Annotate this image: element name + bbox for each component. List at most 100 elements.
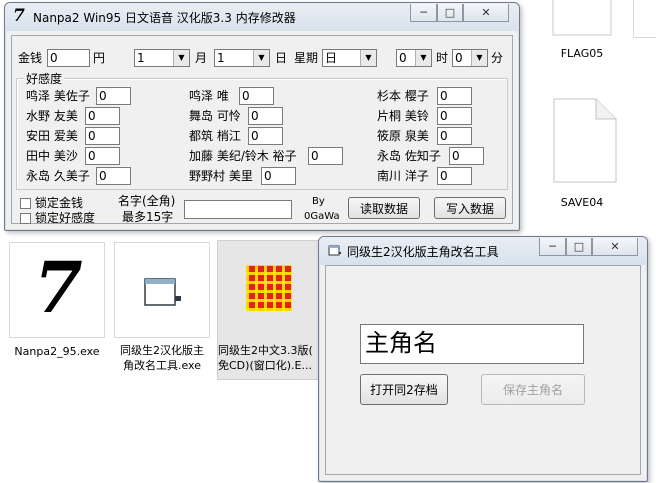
money-label: 金钱	[18, 51, 43, 65]
day-select[interactable]: 1 ▼	[214, 49, 270, 67]
maximize-button[interactable]: □	[566, 238, 592, 256]
girl-name-label: 筱原 泉美	[377, 129, 429, 143]
affection-input[interactable]: 0	[437, 87, 472, 105]
file-game-exe[interactable]: 同级生2中文3.3版( 免CD)(窗口化).E...	[217, 240, 321, 380]
girl-name-label: 鸣泽 唯	[189, 89, 229, 103]
affection-input[interactable]: 0	[437, 167, 472, 185]
chevron-down-icon[interactable]: ▼	[471, 50, 487, 66]
nanpa-seven-icon: 7	[34, 246, 83, 329]
hero-name-input[interactable]: 主角名	[360, 324, 584, 364]
chevron-down-icon[interactable]: ▼	[173, 50, 189, 66]
girl-name-label: 鸣泽 美佐子	[26, 89, 90, 103]
write-data-button[interactable]: 写入数据	[434, 197, 506, 219]
affection-input[interactable]: 0	[437, 107, 472, 125]
file-rename-tool-exe[interactable]	[114, 242, 210, 338]
title-bar[interactable]: 同级生2汉化版主角改名工具 ─ □ ✕	[319, 237, 647, 265]
lock-money-label: 锁定金钱	[35, 196, 84, 210]
girl-name-label: 都筑 梢江	[189, 129, 241, 143]
minimize-icon: ─	[549, 240, 556, 253]
weekday-select[interactable]: 日 ▼	[322, 49, 377, 67]
player-name-input[interactable]	[184, 200, 292, 219]
document-icon[interactable]	[550, 98, 618, 184]
window-title: Nanpa2 Win95 日文语音 汉化版3.3 内存修改器	[33, 11, 296, 25]
file-label-save04: SAVE04	[560, 196, 604, 209]
hour-select[interactable]: 0 ▼	[396, 49, 432, 67]
file-thumb-partial[interactable]	[633, 0, 656, 38]
day-label: 日	[275, 51, 288, 65]
file-label-line: 同级生2汉化版主	[120, 344, 204, 357]
affection-input[interactable]: 0	[96, 87, 131, 105]
girl-name-label: 永岛 佐知子	[377, 149, 441, 163]
file-label-rename-tool: 同级生2汉化版主 角改名工具.exe	[109, 343, 215, 373]
document-icon	[552, 0, 612, 36]
file-label-nanpa2: Nanpa2_95.exe	[14, 345, 100, 358]
minute-label: 分	[491, 51, 504, 65]
minute-value: 0	[455, 51, 463, 65]
rename-client-area: 主角名 打开同2存档 保存主角名	[325, 265, 641, 475]
minimize-button[interactable]: ─	[410, 4, 437, 22]
weekday-label: 星期	[294, 51, 319, 65]
affection-input[interactable]: 0	[261, 167, 296, 185]
girl-name-label: 永岛 久美子	[26, 169, 90, 183]
affection-input[interactable]: 0	[308, 147, 343, 165]
lock-money-checkbox[interactable]	[20, 198, 31, 209]
file-label-game: 同级生2中文3.3版( 免CD)(窗口化).E...	[218, 343, 322, 373]
close-icon: ✕	[481, 6, 491, 19]
file-label-line: 角改名工具.exe	[122, 359, 201, 372]
title-bar[interactable]: 7 Nanpa2 Win95 日文语音 汉化版3.3 内存修改器 ─ □ ✕	[5, 3, 519, 31]
day-value: 1	[217, 51, 225, 65]
close-button[interactable]: ✕	[592, 238, 638, 256]
app-logo-icon: 7	[13, 6, 25, 26]
affection-input[interactable]: 0	[248, 127, 283, 145]
month-label: 月	[195, 51, 208, 65]
affection-input[interactable]: 0	[85, 127, 120, 145]
affection-input[interactable]: 0	[248, 107, 283, 125]
open-save-button[interactable]: 打开同2存档	[360, 374, 448, 405]
rename-tool-window[interactable]: 同级生2汉化版主角改名工具 ─ □ ✕ 主角名 打开同2存档 保存主角名	[318, 236, 648, 482]
window-title: 同级生2汉化版主角改名工具	[347, 245, 499, 259]
lock-affection-label: 锁定好感度	[35, 211, 96, 225]
money-input[interactable]: 0	[47, 49, 90, 67]
hour-value: 0	[399, 51, 407, 65]
minimize-button[interactable]: ─	[539, 238, 566, 256]
affection-input[interactable]: 0	[437, 127, 472, 145]
author-name-label: 0GaWa	[304, 211, 340, 222]
chevron-down-icon[interactable]: ▼	[415, 50, 431, 66]
file-flag05[interactable]	[542, 0, 620, 38]
girl-name-label: 南川 洋子	[377, 169, 429, 183]
file-nanpa2-exe[interactable]: 7	[9, 242, 105, 338]
money-unit-label: 円	[93, 51, 106, 65]
maximize-icon: □	[573, 240, 585, 253]
girl-name-label: 片桐 美铃	[377, 109, 429, 123]
month-select[interactable]: 1 ▼	[134, 49, 190, 67]
affection-input[interactable]: 0	[96, 167, 131, 185]
affection-input[interactable]: 0	[449, 147, 484, 165]
minute-select[interactable]: 0 ▼	[452, 49, 488, 67]
girl-name-label: 杉本 樱子	[377, 89, 429, 103]
girl-name-label: 田中 美沙	[26, 149, 78, 163]
save-hero-name-button[interactable]: 保存主角名	[481, 374, 585, 405]
name-label: 名字(全角)	[118, 194, 176, 208]
close-button[interactable]: ✕	[463, 4, 509, 22]
girl-name-label: 水野 友美	[26, 109, 78, 123]
nanpa-editor-window[interactable]: 7 Nanpa2 Win95 日文语音 汉化版3.3 内存修改器 ─ □ ✕ 金…	[4, 2, 520, 231]
affection-input[interactable]: 0	[85, 147, 120, 165]
minimize-icon: ─	[420, 6, 427, 19]
affection-input[interactable]: 0	[85, 107, 120, 125]
chevron-down-icon[interactable]: ▼	[253, 50, 269, 66]
read-data-button[interactable]: 读取数据	[348, 197, 420, 219]
file-label-line: 同级生2中文3.3版(	[218, 344, 313, 357]
affection-input[interactable]: 0	[239, 87, 274, 105]
name-limit-label: 最多15字	[122, 210, 174, 224]
author-by-label: By	[312, 196, 325, 207]
lock-affection-checkbox[interactable]	[20, 213, 31, 224]
maximize-button[interactable]: □	[437, 4, 463, 22]
chevron-down-icon[interactable]: ▼	[360, 50, 376, 66]
hour-label: 时	[436, 51, 449, 65]
girl-name-label: 加藤 美纪/铃木 裕子	[189, 149, 297, 163]
girl-name-label: 安田 爱美	[26, 129, 78, 143]
application-window-icon	[328, 245, 341, 256]
plaid-game-icon	[246, 265, 292, 311]
affection-group-label: 好感度	[24, 71, 65, 87]
girl-name-label: 舞岛 可怜	[189, 109, 241, 123]
